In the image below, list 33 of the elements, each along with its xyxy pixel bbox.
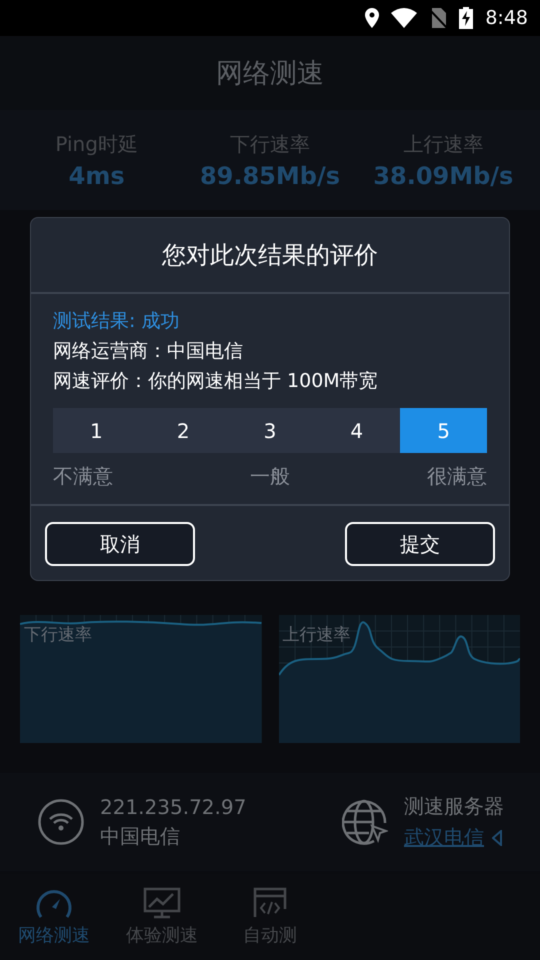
result-detail: 网络运营商：中国电信 — [53, 339, 244, 364]
chart-label: 下行速率 — [24, 624, 92, 646]
rating-option[interactable]: 3 — [226, 408, 314, 453]
rating-option[interactable]: 4 — [313, 408, 400, 453]
monitor-chart-icon — [143, 887, 181, 919]
stat-value: 38.09Mb/s — [373, 162, 514, 190]
caret-icon — [492, 830, 502, 846]
stat-value: 89.85Mb/s — [200, 162, 340, 190]
code-window-icon — [253, 887, 287, 919]
wifi-icon — [391, 8, 418, 28]
page-title: 网络测速 — [216, 57, 324, 91]
rating-option[interactable]: 1 — [53, 408, 140, 453]
cancel-button[interactable]: 取消 — [45, 522, 195, 566]
battery-charging-icon — [459, 7, 474, 29]
wifi-icon — [38, 799, 84, 845]
speedometer-icon — [35, 887, 73, 919]
rating-option[interactable]: 2 — [140, 408, 227, 453]
test-result: 测试结果: 成功 — [53, 309, 180, 334]
isp-name: 中国电信 — [100, 822, 181, 850]
status-time: 8:48 — [485, 7, 528, 29]
chart-label: 上行速率 — [282, 624, 350, 646]
stat-value: 4ms — [68, 162, 125, 190]
result-detail: 网速评价：你的网速相当于 100M带宽 — [53, 369, 379, 394]
globe-cursor-icon — [342, 799, 388, 845]
server-label: 测速服务器 — [404, 793, 504, 820]
location-icon — [365, 8, 380, 28]
ip-address: 221.235.72.97 — [100, 794, 246, 818]
scale-label: 很满意 — [427, 463, 487, 490]
submit-button[interactable]: 提交 — [345, 522, 495, 566]
no-sim-icon — [429, 8, 448, 28]
scale-label: 一般 — [250, 463, 290, 490]
scale-label: 不满意 — [53, 463, 113, 490]
dialog-title: 您对此次结果的评价 — [31, 218, 509, 294]
